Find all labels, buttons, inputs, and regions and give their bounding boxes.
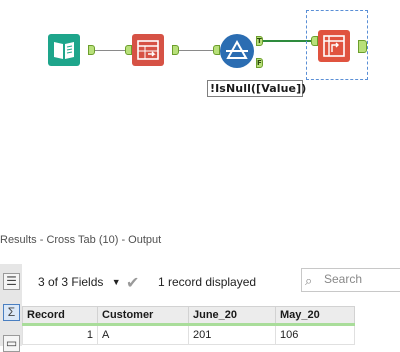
- search-icon: ⌕: [305, 273, 313, 288]
- cross-tab-tool[interactable]: [318, 30, 350, 62]
- cell-customer[interactable]: A: [97, 324, 189, 345]
- check-icon[interactable]: ✔: [126, 273, 139, 293]
- cell-june-20[interactable]: 201: [188, 324, 276, 345]
- cell-record[interactable]: 1: [22, 324, 98, 345]
- select-output-anchor[interactable]: [172, 45, 179, 55]
- record-count: 1 record displayed: [158, 275, 257, 289]
- search-input[interactable]: [324, 272, 398, 286]
- select-input-anchor[interactable]: [125, 45, 132, 55]
- workflow-canvas[interactable]: T F !IsNull([Value]): [0, 0, 400, 218]
- fields-dropdown[interactable]: 3 of 3 Fields ▼: [38, 275, 121, 289]
- chevron-down-icon: ▼: [111, 277, 121, 287]
- results-title: Results - Cross Tab (10) - Output: [0, 234, 162, 246]
- select-grid-icon: [137, 40, 159, 60]
- results-table: Record Customer June_20 May_20 1 A 201 1…: [22, 306, 355, 345]
- table-header-row: Record Customer June_20 May_20: [22, 306, 355, 326]
- filter-false-label: F: [257, 59, 262, 67]
- list-icon[interactable]: ☰: [3, 273, 20, 290]
- column-header-may-20[interactable]: May_20: [275, 306, 355, 326]
- table-row[interactable]: 1 A 201 106: [22, 324, 355, 345]
- column-header-june-20[interactable]: June_20: [188, 306, 276, 326]
- results-side-strip: ☰ Σ ▭: [0, 264, 22, 352]
- select-tool[interactable]: [132, 34, 164, 66]
- connector-select-filter: [179, 50, 213, 51]
- filter-input-anchor[interactable]: [213, 45, 220, 55]
- connector-input-select: [95, 50, 125, 51]
- search-box[interactable]: ⌕: [301, 268, 400, 292]
- column-header-customer[interactable]: Customer: [97, 306, 189, 326]
- filter-annotation: !IsNull([Value]): [207, 80, 306, 97]
- cell-may-20[interactable]: 106: [275, 324, 355, 345]
- cross-tab-icon: [323, 35, 345, 57]
- input-data-tool[interactable]: [48, 34, 80, 66]
- crosstab-input-anchor[interactable]: [311, 36, 318, 46]
- crosstab-output-anchor[interactable]: [358, 40, 367, 53]
- fields-dropdown-label: 3 of 3 Fields: [38, 275, 104, 289]
- results-toolbar: 3 of 3 Fields ▼ ✔ 1 record displayed ⌕: [22, 264, 400, 302]
- column-header-record[interactable]: Record: [22, 306, 98, 326]
- sigma-icon[interactable]: Σ: [3, 304, 20, 321]
- connector-filter-crosstab: [263, 40, 311, 42]
- message-icon[interactable]: ▭: [3, 335, 20, 352]
- input-output-anchor[interactable]: [88, 45, 95, 55]
- filter-true-label: T: [257, 37, 262, 45]
- book-icon: [54, 42, 74, 59]
- filter-triangle-icon: [226, 39, 248, 59]
- filter-tool[interactable]: [220, 34, 254, 68]
